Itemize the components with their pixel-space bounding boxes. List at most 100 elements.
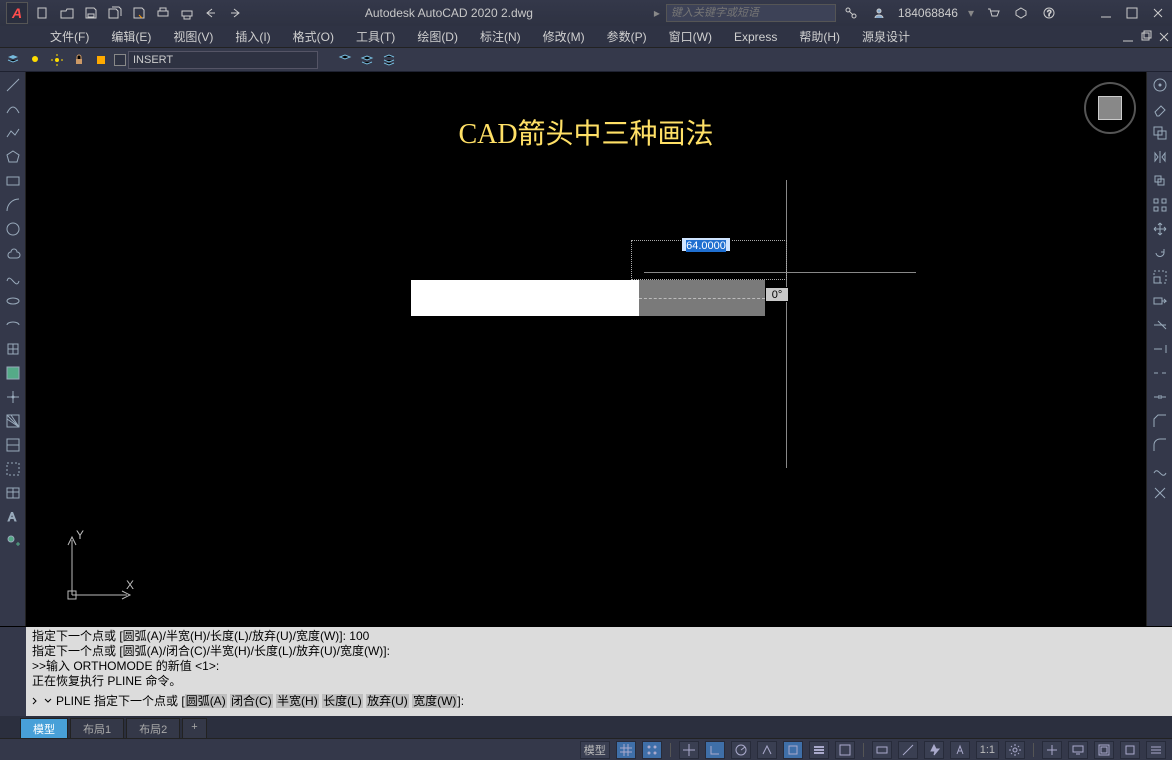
cmd-prompt[interactable]: PLINE 指定下一个点或 [圆弧(A) 闭合(C) 半宽(H) 长度(L) 放… [56, 694, 464, 709]
share-icon[interactable] [842, 4, 860, 22]
menu-express[interactable]: Express [724, 28, 787, 46]
status-qp-icon[interactable] [872, 741, 892, 759]
mtext-tool[interactable]: A [4, 508, 22, 526]
polygon-tool[interactable] [4, 148, 22, 166]
spline-tool[interactable] [4, 268, 22, 286]
nav-home-icon[interactable] [1151, 76, 1169, 94]
menu-view[interactable]: 视图(V) [163, 26, 223, 47]
print-icon[interactable] [178, 4, 196, 22]
help-icon[interactable]: ? [1040, 4, 1058, 22]
username-label[interactable]: 184068846 [898, 6, 958, 20]
stretch-tool[interactable] [1151, 292, 1169, 310]
status-lwt-icon[interactable] [809, 741, 829, 759]
ellipse-tool[interactable] [4, 292, 22, 310]
offset-tool[interactable] [1151, 172, 1169, 190]
gradient-tool[interactable] [4, 436, 22, 454]
block-tool[interactable] [4, 364, 22, 382]
tab-add[interactable]: + [182, 718, 206, 738]
close-button[interactable] [1150, 5, 1166, 21]
status-osnap-icon[interactable] [783, 741, 803, 759]
status-snap-icon[interactable] [642, 741, 662, 759]
cart-icon[interactable] [984, 4, 1002, 22]
break-tool[interactable] [1151, 364, 1169, 382]
layer-lock-icon[interactable] [70, 51, 88, 69]
help-search-input[interactable] [666, 4, 836, 22]
array-tool[interactable] [1151, 196, 1169, 214]
status-gear-icon[interactable] [1005, 741, 1025, 759]
point-tool[interactable] [4, 388, 22, 406]
status-monitor-icon[interactable] [1068, 741, 1088, 759]
save-icon[interactable] [82, 4, 100, 22]
revcloud-tool[interactable] [4, 244, 22, 262]
layer-state3-icon[interactable] [380, 51, 398, 69]
layer-state2-icon[interactable] [358, 51, 376, 69]
circle-tool[interactable] [4, 220, 22, 238]
pline-tool[interactable] [4, 124, 22, 142]
status-model[interactable]: 模型 [580, 741, 610, 759]
status-ws-icon[interactable] [1042, 741, 1062, 759]
menu-yuanquan[interactable]: 源泉设计 [852, 26, 920, 47]
region-tool[interactable] [4, 460, 22, 478]
doc-restore-button[interactable] [1138, 29, 1154, 45]
status-iso-icon[interactable] [757, 741, 777, 759]
xline-tool[interactable] [4, 100, 22, 118]
status-max-icon[interactable] [1094, 741, 1114, 759]
layer-bulb-icon[interactable] [26, 51, 44, 69]
chamfer-tool[interactable] [1151, 412, 1169, 430]
user-icon[interactable] [870, 4, 888, 22]
scale-tool[interactable] [1151, 268, 1169, 286]
rect-tool[interactable] [4, 172, 22, 190]
layer-sun-icon[interactable] [48, 51, 66, 69]
extend-tool[interactable] [1151, 340, 1169, 358]
menu-format[interactable]: 格式(O) [283, 26, 344, 47]
app-logo[interactable]: A [6, 2, 28, 24]
layer-checkbox[interactable] [114, 54, 126, 66]
menu-file[interactable]: 文件(F) [40, 26, 99, 47]
status-infer-icon[interactable] [679, 741, 699, 759]
menu-edit[interactable]: 编辑(E) [101, 26, 161, 47]
mirror-tool[interactable] [1151, 148, 1169, 166]
status-scale-label[interactable]: 1:1 [976, 741, 999, 759]
qnew-icon[interactable] [34, 4, 52, 22]
menu-param[interactable]: 参数(P) [597, 26, 657, 47]
blend-tool[interactable] [1151, 460, 1169, 478]
saveall-icon[interactable] [106, 4, 124, 22]
menu-modify[interactable]: 修改(M) [533, 26, 595, 47]
maximize-button[interactable] [1124, 5, 1140, 21]
rotate-tool[interactable] [1151, 244, 1169, 262]
trim-tool[interactable] [1151, 316, 1169, 334]
dynamic-distance-input[interactable]: 64.0000 [681, 237, 731, 252]
explode-tool[interactable] [1151, 484, 1169, 502]
command-history[interactable]: 指定下一个点或 [圆弧(A)/半宽(H)/长度(L)/放弃(U)/宽度(W)]:… [26, 627, 1172, 716]
layer-state1-icon[interactable] [336, 51, 354, 69]
layer-color-icon[interactable] [92, 51, 110, 69]
undo-icon[interactable] [202, 4, 220, 22]
status-sc-icon[interactable] [898, 741, 918, 759]
status-ortho-icon[interactable] [705, 741, 725, 759]
status-clean-icon[interactable] [1120, 741, 1140, 759]
status-tpy-icon[interactable] [835, 741, 855, 759]
app-icon[interactable] [1012, 4, 1030, 22]
tab-layout1[interactable]: 布局1 [70, 718, 124, 738]
menu-draw[interactable]: 绘图(D) [407, 26, 468, 47]
cmd-dropdown-icon[interactable] [44, 697, 52, 705]
status-custom-icon[interactable] [1146, 741, 1166, 759]
hatch-tool[interactable] [4, 412, 22, 430]
status-grid-icon[interactable] [616, 741, 636, 759]
tab-layout2[interactable]: 布局2 [126, 718, 180, 738]
redo-icon[interactable] [226, 4, 244, 22]
menu-dim[interactable]: 标注(N) [470, 26, 531, 47]
tab-model[interactable]: 模型 [20, 718, 68, 738]
view-cube[interactable] [1080, 78, 1140, 138]
move-tool[interactable] [1151, 220, 1169, 238]
status-ann-icon[interactable] [924, 741, 944, 759]
layer-props-icon[interactable] [4, 51, 22, 69]
erase-tool[interactable] [1151, 100, 1169, 118]
table-tool[interactable] [4, 484, 22, 502]
menu-insert[interactable]: 插入(I) [225, 26, 280, 47]
drawing-viewport[interactable]: CAD箭头中三种画法 64.0000 0° X Y [26, 72, 1146, 626]
menu-help[interactable]: 帮助(H) [789, 26, 850, 47]
minimize-button[interactable] [1098, 5, 1114, 21]
join-tool[interactable] [1151, 388, 1169, 406]
addsel-tool[interactable] [4, 532, 22, 550]
